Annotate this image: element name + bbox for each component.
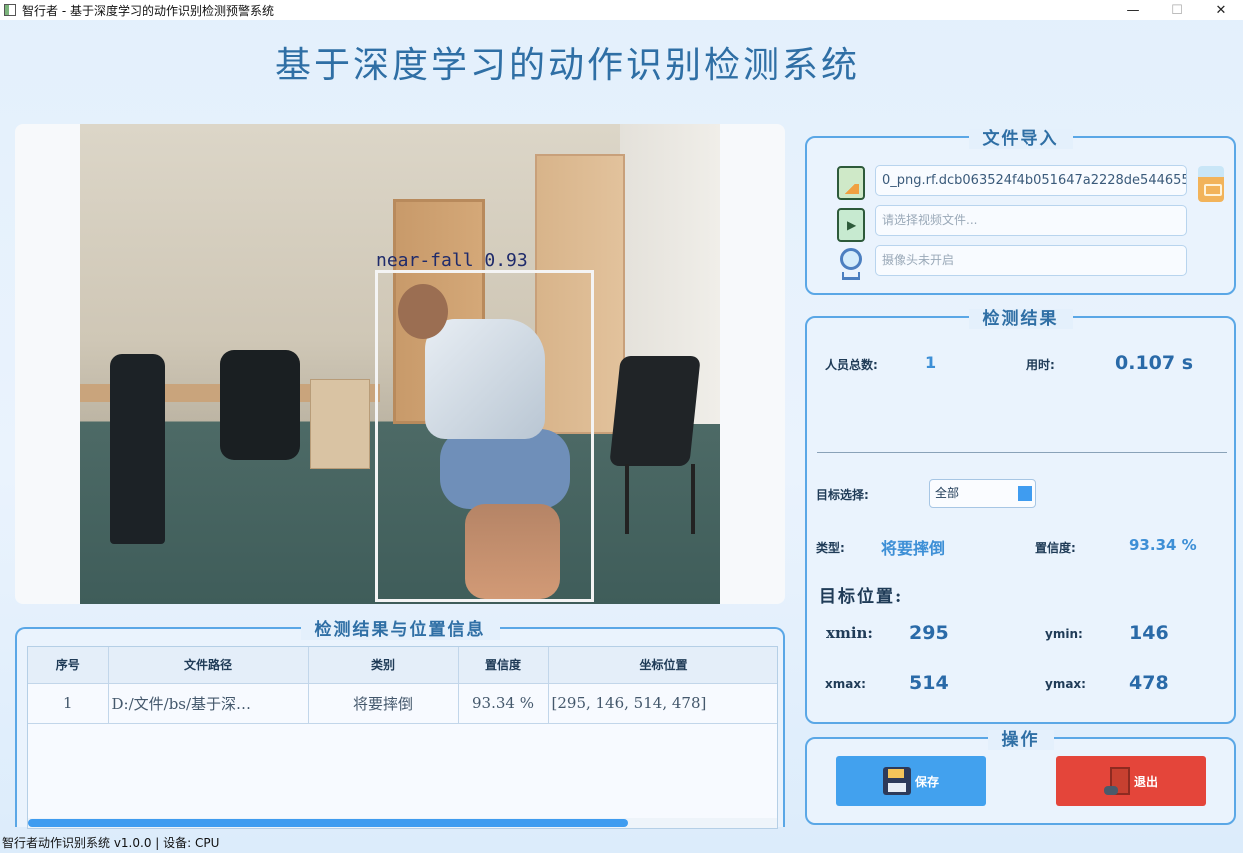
time-label: 用时: (1026, 358, 1055, 372)
video-path-field[interactable]: 请选择视频文件... (875, 205, 1187, 236)
cell-path[interactable]: D:/文件/bs/基于深… (108, 683, 309, 724)
cell-coordinates[interactable]: [295, 146, 514, 478] (548, 683, 777, 724)
window-titlebar: 智行者 - 基于深度学习的动作识别检测预警系统 — ☐ ✕ (0, 0, 1243, 20)
ymax-label: ymax: (1045, 677, 1086, 691)
page-title: 基于深度学习的动作识别检测系统 (274, 45, 860, 86)
file-import-panel: 文件导入 0_png.rf.dcb063524f4b051647a2228de5… (805, 129, 1236, 295)
results-table-panel: 检测结果与位置信息 序号 文件路径 类别 置信度 坐标位置 1 D:/文件/bs… (15, 620, 785, 829)
ymax-value: 478 (1129, 672, 1169, 694)
table-row[interactable]: 1 D:/文件/bs/基于深… 将要摔倒 93.34 % [295, 146, … (28, 683, 777, 724)
column-header-coordinates[interactable]: 坐标位置 (548, 647, 777, 684)
xmax-value: 514 (909, 672, 949, 694)
app-icon (4, 4, 16, 16)
column-header-path[interactable]: 文件路径 (108, 647, 309, 684)
exit-button[interactable]: 退出 (1056, 756, 1206, 806)
confidence-label: 置信度: (1035, 541, 1076, 555)
time-value: 0.107 s (1115, 352, 1194, 374)
video-file-icon[interactable] (837, 208, 865, 242)
detection-result-panel: 检测结果 人员总数: 1 用时: 0.107 s 目标选择: 全部 类型: 将要… (805, 309, 1236, 724)
detection-result-title: 检测结果 (968, 309, 1073, 329)
results-table-title: 检测结果与位置信息 (300, 620, 500, 640)
divider (817, 452, 1227, 453)
detection-bounding-box (375, 270, 594, 602)
image-path-field[interactable]: 0_png.rf.dcb063524f4b051647a2228de544655… (875, 165, 1187, 196)
scrollbar-thumb[interactable] (28, 819, 628, 827)
column-header-index[interactable]: 序号 (28, 647, 109, 684)
minimize-button[interactable]: — (1111, 0, 1155, 20)
target-select-dropdown[interactable]: 全部 (929, 479, 1036, 508)
operations-panel: 操作 保存 退出 (805, 730, 1236, 825)
exit-door-icon (1103, 767, 1130, 795)
total-value: 1 (925, 353, 937, 372)
cell-index[interactable]: 1 (28, 683, 109, 724)
file-import-title: 文件导入 (968, 129, 1073, 149)
target-select-label: 目标选择: (816, 488, 869, 502)
target-position-title: 目标位置: (819, 587, 904, 607)
type-label: 类型: (816, 541, 845, 555)
exit-button-label: 退出 (1133, 774, 1158, 789)
ymin-label: ymin: (1045, 627, 1083, 641)
status-bar: 智行者动作识别系统 v1.0.0 | 设备: CPU (2, 836, 220, 850)
horizontal-scrollbar[interactable] (28, 818, 777, 828)
camera-status-field[interactable]: 摄像头未开启 (875, 245, 1187, 276)
image-viewer: near-fall 0.93 (15, 124, 785, 604)
type-value: 将要摔倒 (881, 539, 946, 558)
close-button[interactable]: ✕ (1199, 0, 1243, 20)
table-header-row: 序号 文件路径 类别 置信度 坐标位置 (28, 647, 777, 684)
dropdown-arrow-icon (1018, 486, 1032, 501)
xmax-label: xmax: (825, 677, 866, 691)
window-controls: — ☐ ✕ (1111, 0, 1243, 20)
cell-class[interactable]: 将要摔倒 (308, 683, 459, 724)
cell-confidence[interactable]: 93.34 % (458, 683, 549, 724)
ymin-value: 146 (1129, 622, 1169, 644)
total-label: 人员总数: (825, 358, 878, 372)
column-header-confidence[interactable]: 置信度 (458, 647, 549, 684)
detection-label: near-fall 0.93 (376, 250, 528, 271)
save-button[interactable]: 保存 (836, 756, 986, 806)
save-button-label: 保存 (914, 774, 939, 789)
detection-image: near-fall 0.93 (80, 124, 720, 604)
target-select-value: 全部 (935, 486, 960, 500)
operations-title: 操作 (987, 730, 1054, 750)
floppy-disk-icon (882, 767, 911, 795)
confidence-value: 93.34 % (1129, 536, 1197, 554)
window-title: 智行者 - 基于深度学习的动作识别检测预警系统 (22, 3, 274, 18)
maximize-button[interactable]: ☐ (1155, 0, 1199, 20)
xmin-value: 295 (909, 622, 949, 644)
column-header-class[interactable]: 类别 (308, 647, 459, 684)
xmin-label: xmin: (826, 624, 873, 642)
image-file-icon[interactable] (837, 166, 865, 200)
folder-icon[interactable] (1198, 166, 1224, 202)
camera-icon[interactable] (839, 246, 863, 282)
results-table[interactable]: 序号 文件路径 类别 置信度 坐标位置 1 D:/文件/bs/基于深… 将要摔倒… (27, 646, 778, 829)
